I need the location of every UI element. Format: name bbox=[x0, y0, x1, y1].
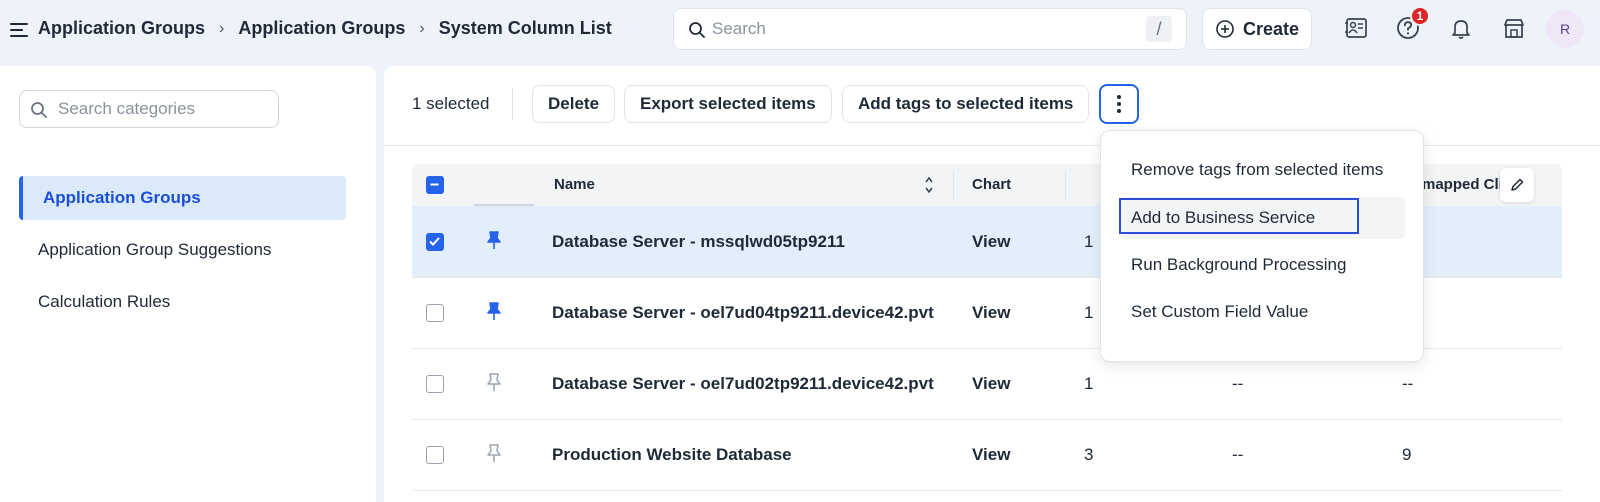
export-selected-button[interactable]: Export selected items bbox=[624, 85, 832, 123]
row-chart-link[interactable]: View bbox=[972, 374, 1010, 394]
row-name[interactable]: Database Server - oel7ud04tp9211.device4… bbox=[552, 303, 934, 323]
row-value: 9 bbox=[1402, 445, 1412, 464]
search-shortcut-key: / bbox=[1146, 16, 1172, 42]
indeterminate-icon bbox=[430, 183, 439, 186]
category-search-input[interactable] bbox=[58, 98, 268, 120]
contacts-icon[interactable] bbox=[1342, 14, 1370, 42]
breadcrumb: Application Groups › Application Groups … bbox=[38, 18, 612, 39]
more-actions-button[interactable] bbox=[1099, 84, 1139, 124]
row-value: 3 bbox=[1084, 445, 1094, 464]
row-chart-link[interactable]: View bbox=[972, 232, 1010, 252]
row-value: -- bbox=[1402, 374, 1414, 393]
toolbar-divider bbox=[512, 88, 513, 120]
pin-icon[interactable] bbox=[486, 301, 502, 323]
row-chart-link[interactable]: View bbox=[972, 303, 1010, 323]
avatar[interactable]: R bbox=[1546, 10, 1584, 48]
select-all-checkbox[interactable] bbox=[426, 176, 444, 194]
row-checkbox[interactable] bbox=[426, 304, 444, 322]
notification-badge: 1 bbox=[1410, 6, 1430, 26]
chevron-right-icon: › bbox=[419, 19, 425, 37]
row-value: 1 bbox=[1084, 232, 1094, 251]
row-value: 1 bbox=[1084, 303, 1094, 322]
search-input[interactable] bbox=[712, 17, 1112, 41]
row-value: -- bbox=[1232, 445, 1244, 464]
sidebar: Application Groups Application Group Sug… bbox=[0, 66, 376, 502]
row-checkbox[interactable] bbox=[426, 375, 444, 393]
pin-icon[interactable] bbox=[486, 443, 502, 465]
menu-item-run-background-processing[interactable]: Run Background Processing bbox=[1119, 244, 1405, 286]
sidebar-item-application-group-suggestions[interactable]: Application Group Suggestions bbox=[19, 228, 346, 272]
category-search[interactable] bbox=[19, 90, 279, 128]
global-search[interactable]: / bbox=[673, 8, 1187, 50]
breadcrumb-item-current: System Column List bbox=[438, 18, 612, 38]
row-name[interactable]: Production Website Database bbox=[552, 445, 792, 465]
chevron-right-icon: › bbox=[219, 19, 225, 37]
more-vertical-icon bbox=[1117, 95, 1121, 113]
bell-icon[interactable] bbox=[1447, 14, 1475, 42]
column-header-chart[interactable]: Chart bbox=[972, 176, 1011, 193]
sidebar-item-calculation-rules[interactable]: Calculation Rules bbox=[19, 280, 346, 324]
edit-columns-button[interactable] bbox=[1500, 168, 1534, 202]
pin-icon[interactable] bbox=[486, 372, 502, 394]
sidebar-item-application-groups[interactable]: Application Groups bbox=[19, 176, 346, 220]
breadcrumb-item-2[interactable]: Application Groups bbox=[238, 18, 405, 39]
row-name[interactable]: Database Server - mssqlwd05tp9211 bbox=[552, 232, 845, 252]
plus-circle-icon bbox=[1216, 20, 1234, 38]
create-button[interactable]: Create bbox=[1202, 8, 1312, 50]
menu-item-set-custom-field-value[interactable]: Set Custom Field Value bbox=[1119, 291, 1405, 333]
pencil-icon bbox=[1511, 178, 1524, 191]
row-name[interactable]: Database Server - oel7ud02tp9211.device4… bbox=[552, 374, 934, 394]
add-tags-button[interactable]: Add tags to selected items bbox=[842, 85, 1090, 123]
menu-item-add-to-business-service[interactable]: Add to Business Service bbox=[1119, 197, 1405, 239]
table-row[interactable]: Production Website Database View 3 -- 9 bbox=[412, 419, 1562, 491]
search-icon bbox=[31, 102, 47, 118]
column-divider bbox=[1065, 170, 1066, 200]
store-icon[interactable] bbox=[1500, 14, 1528, 42]
selected-count: 1 selected bbox=[412, 94, 490, 113]
top-bar: Application Groups › Application Groups … bbox=[0, 0, 1600, 66]
check-icon bbox=[429, 237, 440, 246]
column-divider bbox=[953, 170, 954, 200]
row-chart-link[interactable]: View bbox=[972, 445, 1010, 465]
menu-item-remove-tags[interactable]: Remove tags from selected items bbox=[1119, 149, 1405, 191]
create-label: Create bbox=[1242, 18, 1300, 39]
more-actions-menu: Remove tags from selected items Add to B… bbox=[1100, 130, 1424, 362]
column-header-name[interactable]: Name bbox=[554, 176, 595, 193]
row-value: 1 bbox=[1084, 374, 1094, 393]
row-value: -- bbox=[1232, 374, 1244, 393]
pin-icon[interactable] bbox=[486, 230, 502, 252]
delete-button[interactable]: Delete bbox=[532, 85, 616, 123]
sort-icon[interactable] bbox=[924, 175, 934, 195]
menu-icon[interactable] bbox=[10, 23, 28, 39]
search-icon bbox=[689, 22, 705, 38]
breadcrumb-item-1[interactable]: Application Groups bbox=[38, 18, 205, 39]
row-checkbox[interactable] bbox=[426, 446, 444, 464]
row-checkbox[interactable] bbox=[426, 233, 444, 251]
